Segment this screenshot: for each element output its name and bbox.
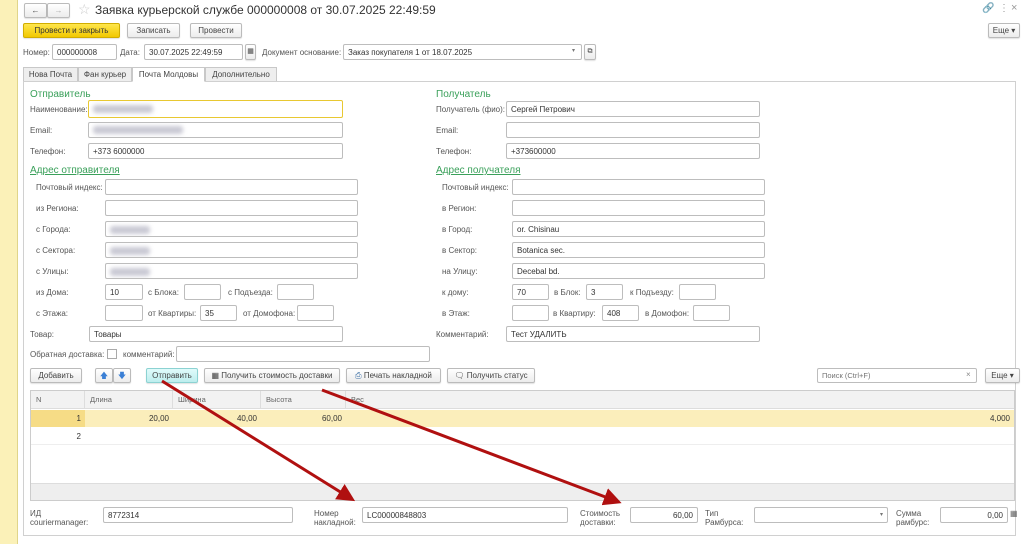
tab-posta-moldovei[interactable]: Почта Молдовы: [132, 67, 205, 82]
arrow-cost-to-delivery-cost: [321, 388, 622, 506]
arrow-send-to-waybill: [161, 379, 356, 502]
